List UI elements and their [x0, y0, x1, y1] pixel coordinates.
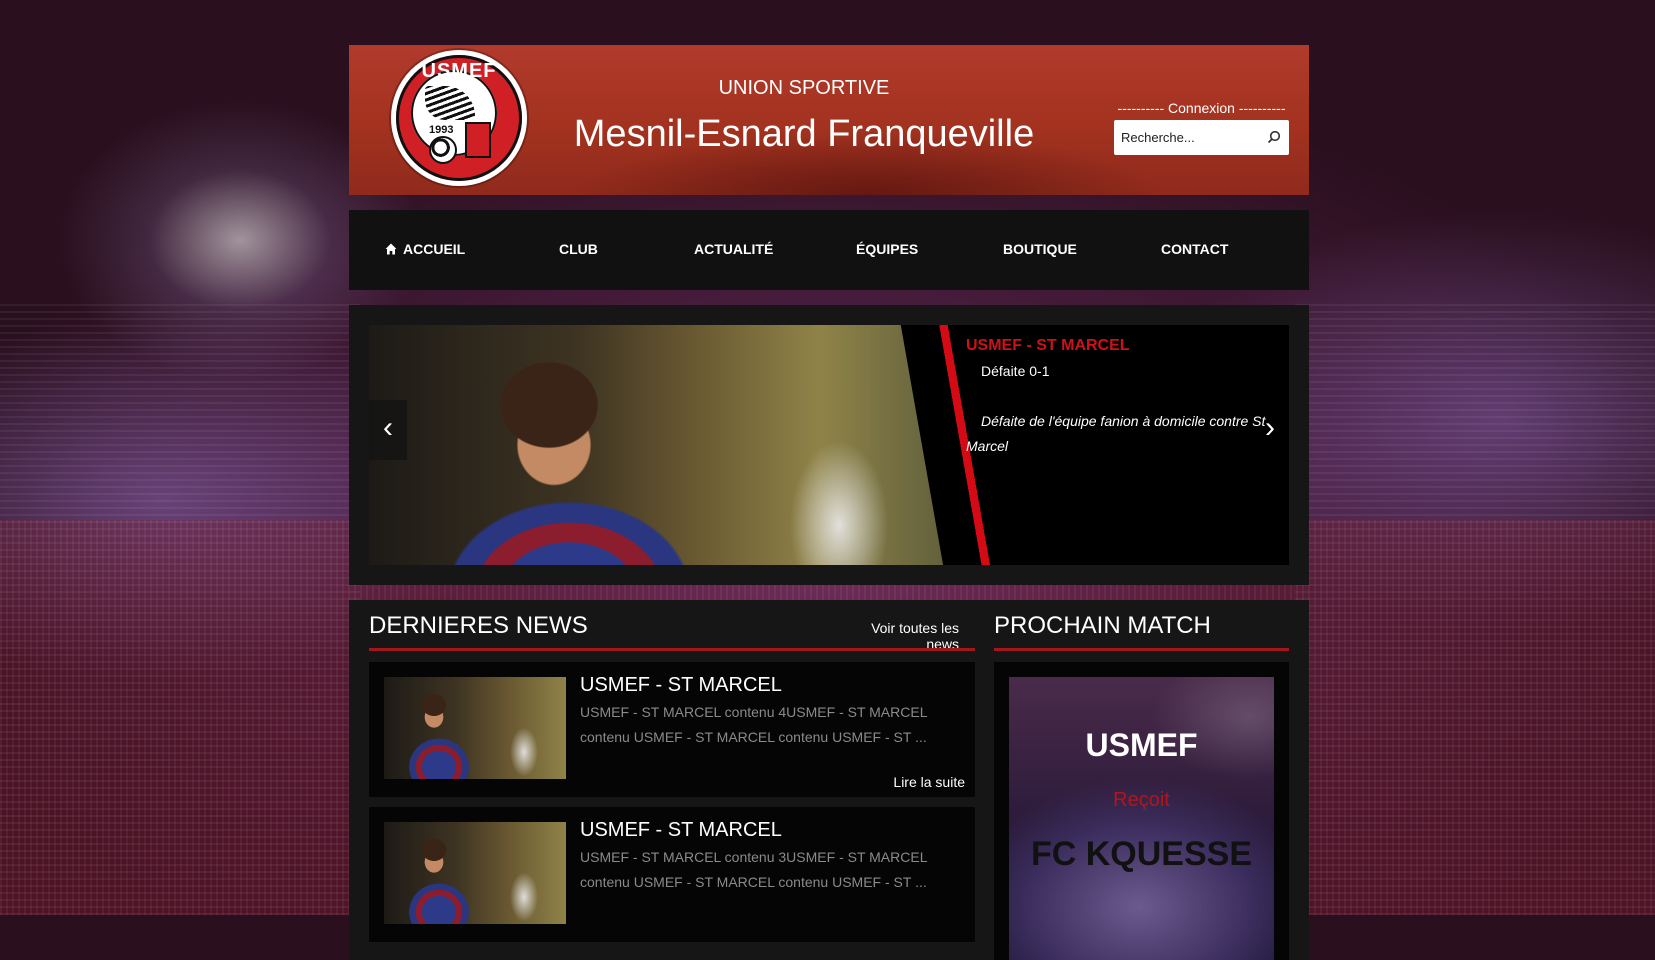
- content-area: DERNIERES NEWS Voir toutes les news USME…: [349, 600, 1309, 960]
- slider-next-arrow-icon[interactable]: ›: [1251, 400, 1289, 460]
- main-nav: ACCUEIL CLUB ACTUALITÉ ÉQUIPES BOUTIQUE …: [349, 210, 1309, 290]
- slide-text: Défaite de l'équipe fanion à domicile co…: [966, 413, 1266, 454]
- home-icon: [385, 243, 397, 255]
- next-match-heading: PROCHAIN MATCH: [994, 612, 1211, 639]
- match-away-team: FC KQUESSE: [1030, 835, 1253, 873]
- news-heading-underline: [369, 648, 975, 651]
- read-more-link[interactable]: Lire la suite: [893, 774, 965, 790]
- slider-panel: USMEF - ST MARCEL Défaite 0-1 Défaite de…: [349, 305, 1309, 585]
- news-slider[interactable]: USMEF - ST MARCEL Défaite 0-1 Défaite de…: [369, 325, 1289, 565]
- club-logo[interactable]: USMEF 1993: [391, 50, 527, 186]
- next-match-box: USMEF Reçoit FC KQUESSE: [994, 662, 1289, 960]
- next-match-underline: [994, 648, 1289, 651]
- news-heading: DERNIERES NEWS: [369, 612, 588, 639]
- news-title[interactable]: USMEF - ST MARCEL: [580, 819, 782, 842]
- nav-item-actualite[interactable]: ACTUALITÉ: [694, 241, 773, 257]
- slide-photo: [369, 325, 969, 565]
- slide-score: Défaite 0-1: [981, 363, 1050, 379]
- search-input[interactable]: [1114, 120, 1254, 155]
- news-card: USMEF - ST MARCEL USMEF - ST MARCEL cont…: [369, 662, 975, 797]
- nav-label: ACCUEIL: [403, 241, 466, 257]
- nav-item-contact[interactable]: CONTACT: [1161, 241, 1228, 257]
- news-excerpt: USMEF - ST MARCEL contenu 4USMEF - ST MA…: [580, 704, 927, 745]
- nav-item-accueil[interactable]: ACCUEIL: [385, 241, 465, 257]
- tower-icon: [465, 122, 491, 158]
- football-icon: [429, 136, 457, 164]
- club-name: Mesnil-Esnard Franqueville: [573, 113, 1035, 155]
- logo-text: USMEF: [421, 60, 497, 82]
- nav-item-equipes[interactable]: ÉQUIPES: [856, 241, 918, 257]
- news-thumbnail[interactable]: [384, 677, 566, 779]
- match-verb: Reçoit: [1113, 789, 1170, 811]
- news-thumbnail[interactable]: [384, 822, 566, 924]
- news-excerpt: USMEF - ST MARCEL contenu 3USMEF - ST MA…: [580, 849, 927, 890]
- news-card: USMEF - ST MARCEL USMEF - ST MARCEL cont…: [369, 807, 975, 942]
- next-match-card[interactable]: USMEF Reçoit FC KQUESSE: [1009, 677, 1274, 960]
- slider-prev-arrow-icon[interactable]: ‹: [369, 400, 407, 460]
- slide-title[interactable]: USMEF - ST MARCEL: [966, 337, 1130, 355]
- news-title[interactable]: USMEF - ST MARCEL: [580, 674, 782, 697]
- login-label[interactable]: ---------- Connexion ----------: [1114, 100, 1289, 116]
- site-header: USMEF 1993 UNION SPORTIVE Mesnil-Esnard …: [349, 45, 1309, 195]
- search-icon[interactable]: [1267, 130, 1281, 144]
- search-box: [1114, 120, 1289, 155]
- crowd-left-decoration: [0, 300, 360, 915]
- crowd-right-decoration: [1295, 300, 1655, 915]
- nav-item-boutique[interactable]: BOUTIQUE: [1003, 241, 1077, 257]
- nav-item-club[interactable]: CLUB: [559, 241, 598, 257]
- logo-year: 1993: [429, 124, 454, 136]
- match-home-team: USMEF: [1085, 727, 1198, 763]
- club-subtitle: UNION SPORTIVE: [718, 77, 890, 99]
